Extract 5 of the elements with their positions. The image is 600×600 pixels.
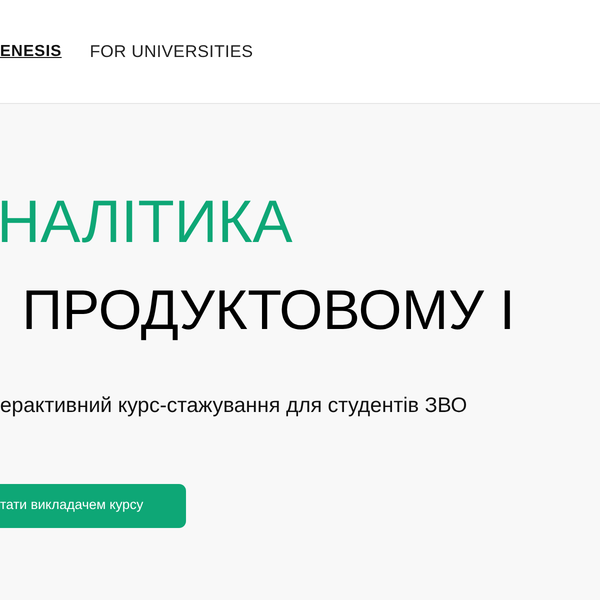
hero-subtitle: ерактивний курс-стажування для студентів ЗВО <box>0 393 468 419</box>
hero-title-accent: НАЛІТИКА <box>0 192 292 252</box>
logo-text[interactable]: ENESIS <box>0 40 62 64</box>
nav-link[interactable]: FOR UNIVERSITIES <box>90 38 254 64</box>
hero-title: ПРОДУКТОВОМУ І <box>22 282 516 338</box>
